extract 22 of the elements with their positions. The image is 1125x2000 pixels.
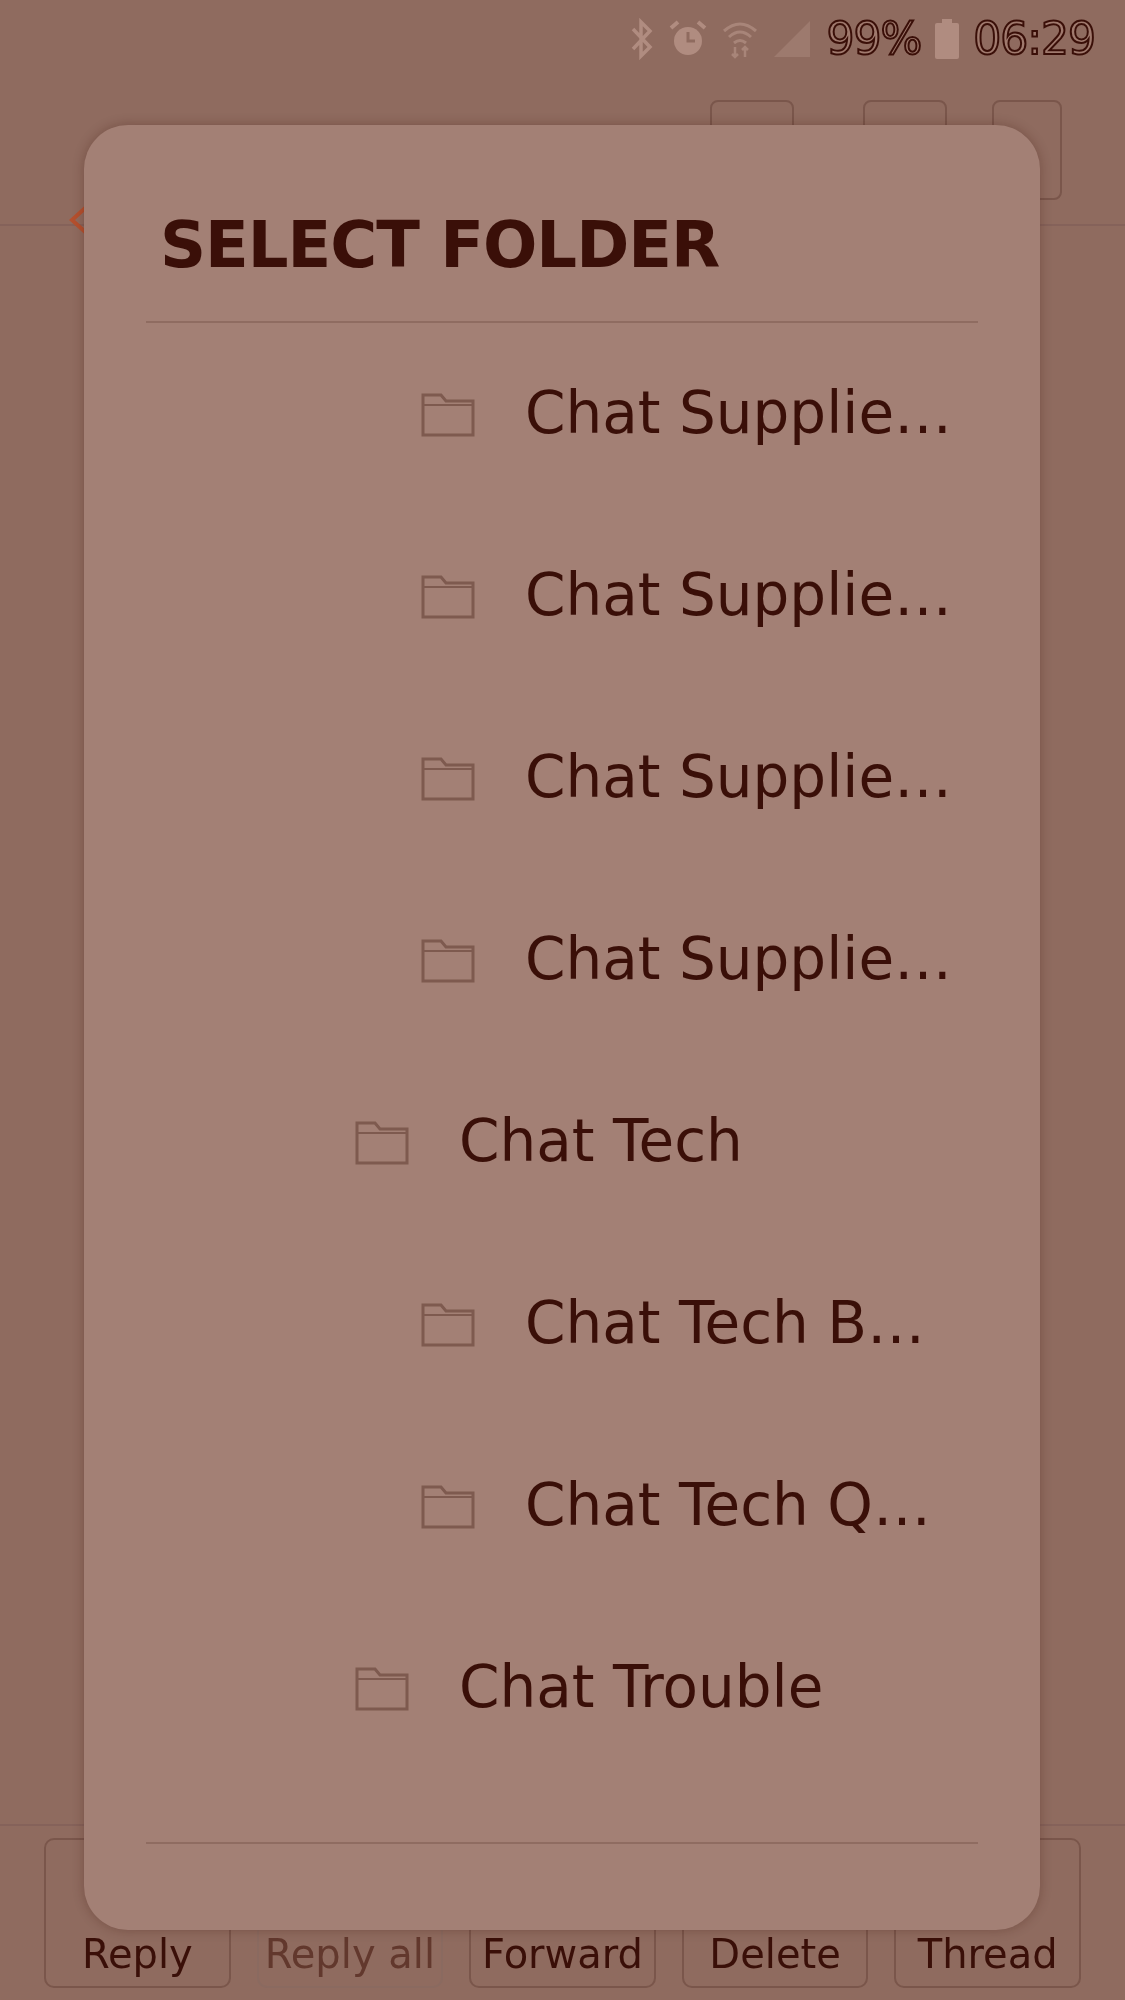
folder-item[interactable]: Chat Supplie… xyxy=(146,505,978,687)
folder-item[interactable]: Chat Supplie… xyxy=(146,687,978,869)
battery-percent: 99% xyxy=(826,12,922,66)
folder-icon xyxy=(421,391,475,437)
folder-item[interactable]: Chat Tech Q… xyxy=(146,1415,978,1597)
folder-icon xyxy=(355,1665,409,1711)
folder-icon xyxy=(421,1301,475,1347)
folder-item[interactable]: Chat Supplie… xyxy=(146,323,978,505)
wifi-icon xyxy=(722,19,759,59)
clock: 06:29 xyxy=(973,12,1095,66)
folder-item[interactable]: Chat Tech B… xyxy=(146,1233,978,1415)
folder-item[interactable]: Chat Tech xyxy=(146,1051,978,1233)
folder-icon xyxy=(421,573,475,619)
bluetooth-icon xyxy=(630,18,655,60)
folder-icon xyxy=(421,937,475,983)
folder-icon xyxy=(421,755,475,801)
folder-icon xyxy=(421,1483,475,1529)
battery-icon xyxy=(935,19,960,59)
folder-item[interactable]: Chat Trouble xyxy=(146,1597,978,1779)
dialog-title: SELECT FOLDER xyxy=(160,213,721,277)
folder-icon xyxy=(355,1119,409,1165)
folder-item[interactable]: Chat Supplie… xyxy=(146,869,978,1051)
